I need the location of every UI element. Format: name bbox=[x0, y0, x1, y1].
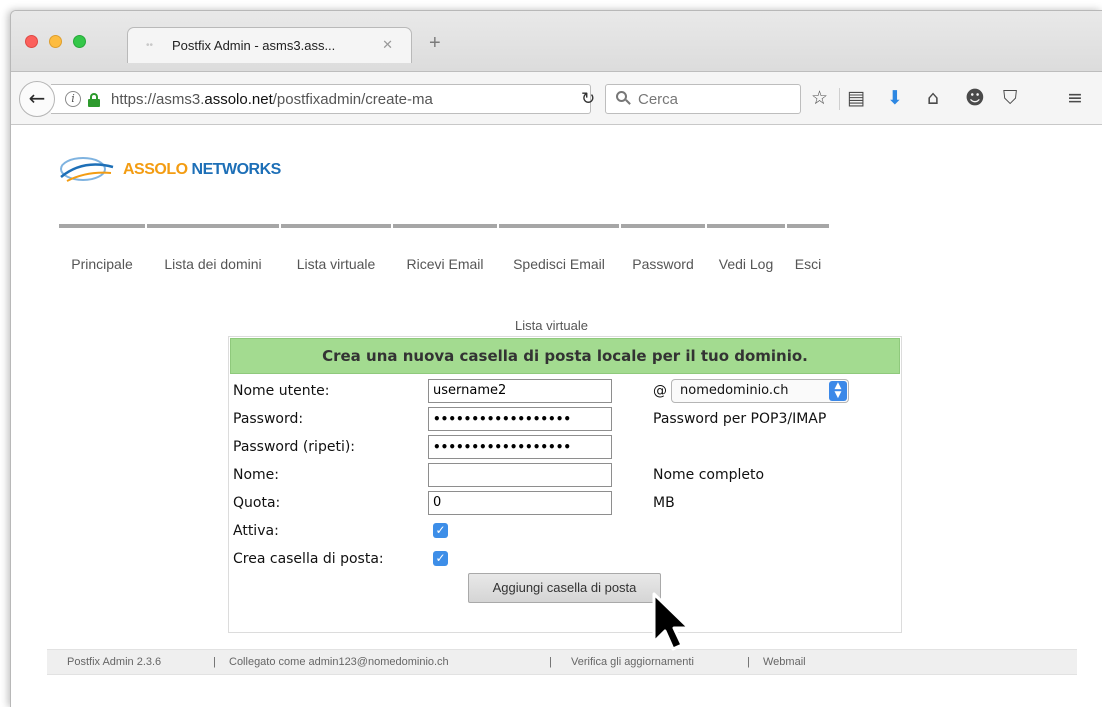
reload-icon[interactable]: ↻ bbox=[581, 89, 595, 109]
footer-separator: | bbox=[747, 656, 750, 668]
domain-selected-value: nomedominio.ch bbox=[680, 383, 789, 398]
mouse-cursor-icon bbox=[652, 592, 691, 651]
name-label: Nome: bbox=[233, 467, 280, 483]
lock-icon[interactable] bbox=[88, 93, 100, 107]
check-updates-link[interactable]: Verifica gli aggiornamenti bbox=[571, 650, 694, 674]
name-note: Nome completo bbox=[653, 467, 765, 483]
window-minimize-icon[interactable] bbox=[49, 35, 62, 48]
footer: Postfix Admin 2.3.6 | Collegato come adm… bbox=[47, 649, 1077, 675]
create-mailbox-checkbox[interactable]: ✓ bbox=[433, 551, 448, 566]
search-icon bbox=[616, 91, 632, 107]
page-content: ASSOLO NETWORKS Principale Lista dei dom… bbox=[11, 126, 1102, 707]
browser-tab[interactable]: •• Postfix Admin - asms3.ass... ✕ bbox=[127, 27, 412, 63]
add-mailbox-button[interactable]: Aggiungi casella di posta bbox=[468, 573, 661, 603]
menu-item-lista-domini[interactable]: Lista dei domini bbox=[147, 224, 279, 272]
menu-item-spedisci-email[interactable]: Spedisci Email bbox=[499, 224, 619, 272]
window-maximize-icon[interactable] bbox=[73, 35, 86, 48]
menu-icon[interactable]: ≡ bbox=[1067, 86, 1083, 110]
toolbar-divider bbox=[839, 88, 840, 110]
navigation-bar: i https://asms3.assolo.net/postfixadmin/… bbox=[11, 71, 1102, 125]
domain-select[interactable]: nomedominio.ch ▲ ▼ bbox=[671, 379, 849, 403]
footer-logged-in: Collegato come admin123@nomedominio.ch bbox=[229, 656, 449, 668]
back-button[interactable]: ← bbox=[19, 81, 55, 117]
url-bar[interactable]: i https://asms3.assolo.net/postfixadmin/… bbox=[51, 84, 595, 114]
create-mailbox-form: Crea una nuova casella di posta locale p… bbox=[228, 336, 902, 633]
select-arrows-icon: ▲ ▼ bbox=[829, 381, 847, 401]
at-sign: @ bbox=[653, 383, 667, 399]
url-text[interactable]: https://asms3.assolo.net/postfixadmin/cr… bbox=[111, 91, 433, 108]
search-placeholder: Cerca bbox=[638, 91, 679, 108]
window-close-icon[interactable] bbox=[25, 35, 38, 48]
password-note: Password per POP3/IMAP bbox=[653, 411, 827, 427]
footer-separator: | bbox=[213, 656, 216, 668]
menu-item-ricevi-email[interactable]: Ricevi Email bbox=[393, 224, 497, 272]
star-icon[interactable]: ☆ bbox=[811, 86, 828, 110]
active-checkbox[interactable]: ✓ bbox=[433, 523, 448, 538]
info-icon[interactable]: i bbox=[65, 91, 81, 107]
password-input[interactable]: •••••••••••••••••• bbox=[428, 407, 612, 431]
quota-unit: MB bbox=[653, 495, 675, 511]
swoosh-logo-icon bbox=[60, 157, 114, 182]
download-icon[interactable]: ⬇ bbox=[887, 86, 903, 110]
footer-version: Postfix Admin 2.3.6 bbox=[67, 656, 162, 668]
reading-list-icon[interactable]: ▤ bbox=[847, 86, 865, 110]
logo-text: ASSOLO NETWORKS bbox=[123, 161, 281, 178]
footer-separator: | bbox=[549, 656, 552, 668]
browser-window: •• Postfix Admin - asms3.ass... ✕ + i ht… bbox=[10, 10, 1102, 707]
menu-item-principale[interactable]: Principale bbox=[59, 224, 145, 272]
menu-item-password[interactable]: Password bbox=[621, 224, 705, 272]
quota-input[interactable]: 0 bbox=[428, 491, 612, 515]
password-repeat-label: Password (ripeti): bbox=[233, 439, 356, 455]
password-label: Password: bbox=[233, 411, 304, 427]
pocket-icon[interactable]: ⛉ bbox=[1003, 86, 1017, 110]
name-input[interactable] bbox=[428, 463, 612, 487]
form-header: Crea una nuova casella di posta locale p… bbox=[230, 338, 900, 374]
menu-item-lista-virtuale[interactable]: Lista virtuale bbox=[281, 224, 391, 272]
menu-item-vedi-log[interactable]: Vedi Log bbox=[707, 224, 785, 272]
quota-label: Quota: bbox=[233, 495, 281, 511]
create-mailbox-label: Crea casella di posta: bbox=[233, 551, 384, 567]
home-icon[interactable]: ⌂ bbox=[927, 86, 939, 110]
search-input[interactable]: Cerca bbox=[605, 84, 801, 114]
tab-bar: •• Postfix Admin - asms3.ass... ✕ + bbox=[11, 11, 1102, 71]
username-label: Nome utente: bbox=[233, 383, 330, 399]
password-repeat-input[interactable]: •••••••••••••••••• bbox=[428, 435, 612, 459]
logo: ASSOLO NETWORKS bbox=[57, 151, 317, 187]
menu-item-esci[interactable]: Esci bbox=[787, 224, 829, 272]
section-label: Lista virtuale bbox=[515, 318, 588, 333]
tab-close-icon[interactable]: ✕ bbox=[382, 37, 393, 53]
hello-icon[interactable]: ☻ bbox=[965, 86, 985, 110]
new-tab-icon[interactable]: + bbox=[429, 33, 441, 53]
loading-dots-icon: •• bbox=[146, 40, 154, 51]
active-label: Attiva: bbox=[233, 523, 279, 539]
username-input[interactable]: username2 bbox=[428, 379, 612, 403]
webmail-link[interactable]: Webmail bbox=[763, 650, 806, 674]
tab-title: Postfix Admin - asms3.ass... bbox=[172, 38, 336, 53]
